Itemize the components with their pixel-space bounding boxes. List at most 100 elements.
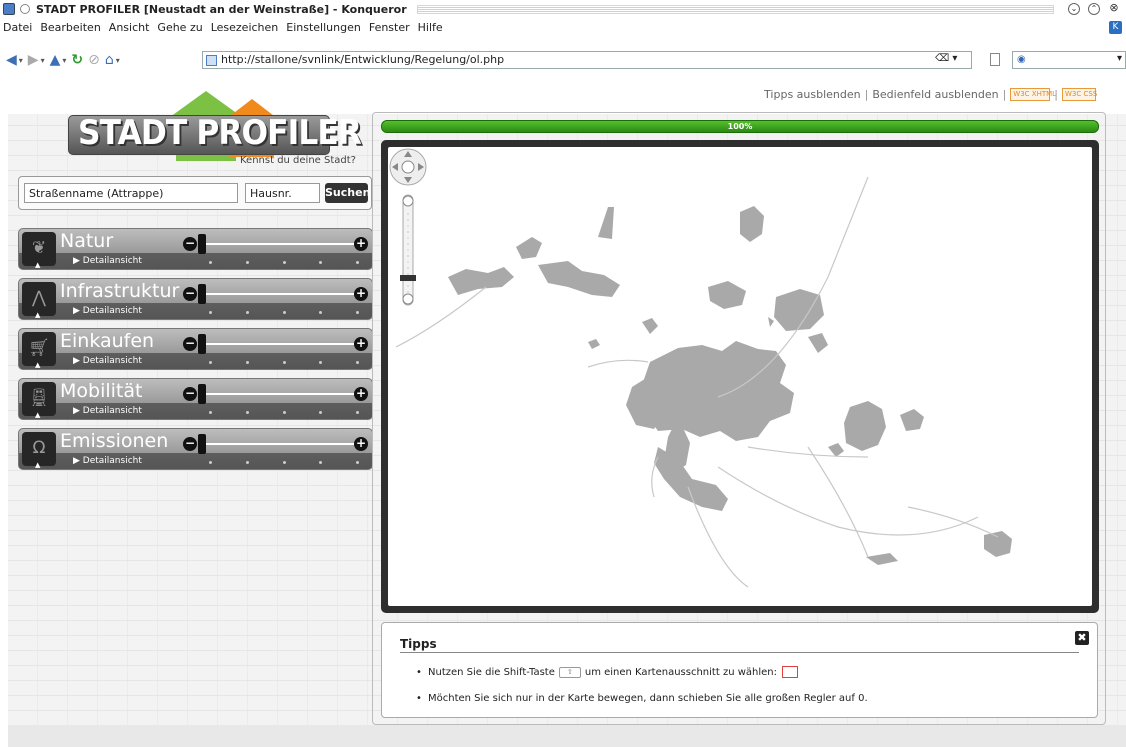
map-canvas[interactable] (388, 147, 1092, 606)
slider-ticks (209, 311, 359, 314)
shift-key-icon: ⇧ (558, 666, 581, 678)
slider-track[interactable] (206, 293, 354, 295)
menu-fenster[interactable]: Fenster (369, 21, 410, 34)
category-label: Infrastruktur (60, 280, 180, 302)
search-button[interactable]: Suchen (325, 183, 370, 203)
tip-item-shift: Nutzen Sie die Shift-Taste ⇧ um einen Ka… (416, 666, 798, 678)
menu-datei[interactable]: Datei (3, 21, 32, 34)
decrease-button[interactable]: − (183, 387, 197, 401)
map-viewport[interactable] (381, 140, 1099, 613)
menu-lesezeichen[interactable]: Lesezeichen (211, 21, 279, 34)
stadt-profiler-logo[interactable]: STADT PROFILER Kennst du deine Stadt? (66, 81, 362, 169)
decrease-button[interactable]: − (183, 437, 197, 451)
menu-bearbeiten[interactable]: Bearbeiten (40, 21, 100, 34)
menu-einstellungen[interactable]: Einstellungen (286, 21, 361, 34)
hide-panel-link[interactable]: Bedienfeld ausblenden (872, 88, 998, 101)
home-chevron-icon[interactable]: ▾ (116, 56, 120, 65)
home-icon[interactable]: ⌂ (105, 52, 114, 68)
slider-handle[interactable] (198, 334, 206, 354)
back-history-chevron-icon[interactable]: ▾ (19, 56, 23, 65)
search-engine-icon[interactable]: ◉ (1017, 54, 1026, 65)
page-content: Tipps ausblenden | Bedienfeld ausblenden… (8, 80, 1126, 725)
increase-button[interactable]: + (354, 287, 368, 301)
increase-button[interactable]: + (354, 237, 368, 251)
close-window-button[interactable]: ⊗ (1108, 2, 1120, 15)
slider-handle[interactable] (198, 384, 206, 404)
slider-track[interactable] (206, 443, 354, 445)
road-icon[interactable]: ⋀ ▲ (22, 282, 56, 319)
decrease-button[interactable]: − (183, 337, 197, 351)
stop-icon[interactable]: ⊘ (88, 52, 100, 68)
w3c-css-badge[interactable]: W3C CSS (1062, 88, 1097, 101)
hide-tips-link[interactable]: Tipps ausblenden (764, 88, 861, 101)
slider-ticks (209, 361, 359, 364)
detail-view-link[interactable]: ▶ Detailansicht (73, 356, 142, 366)
tips-box: Tipps ✖ Nutzen Sie die Shift-Taste ⇧ um … (381, 622, 1098, 718)
menu-hilfe[interactable]: Hilfe (418, 21, 443, 34)
detail-view-link[interactable]: ▶ Detailansicht (73, 306, 142, 316)
decrease-button[interactable]: − (183, 287, 197, 301)
tip-text-before: Nutzen Sie die Shift-Taste (428, 666, 555, 678)
separator: | (1054, 88, 1058, 101)
menu-gehe-zu[interactable]: Gehe zu (157, 21, 202, 34)
tip-item-sliders: Möchten Sie sich nur in der Karte bewege… (416, 693, 868, 704)
category-label: Emissionen (60, 430, 169, 452)
detail-view-link[interactable]: ▶ Detailansicht (73, 406, 142, 416)
decrease-button[interactable]: − (183, 237, 197, 251)
progress-label: 100% (727, 122, 753, 131)
shopping-cart-icon[interactable]: 🛒︎ ▲ (22, 332, 56, 369)
page-document-icon[interactable] (990, 53, 1000, 66)
up-chevron-icon[interactable]: ▾ (62, 56, 66, 65)
forward-history-chevron-icon[interactable]: ▾ (41, 56, 45, 65)
page-favicon-icon (206, 55, 217, 66)
house-number-input[interactable]: Hausnr. (245, 183, 320, 203)
headphones-icon[interactable]: Ω ▲ (22, 432, 56, 469)
sticky-window-icon[interactable] (20, 4, 30, 14)
zoom-slider-handle (400, 275, 416, 281)
clear-url-icon[interactable]: ⌫ ▾ (935, 53, 957, 64)
street-name-input[interactable]: Straßenname (Attrappe) (24, 183, 238, 203)
address-search-form: Straßenname (Attrappe) Hausnr. Suchen (18, 176, 372, 210)
w3c-xhtml-badge[interactable]: W3C XHTML (1010, 88, 1056, 101)
slider-track[interactable] (206, 343, 354, 345)
minimize-button[interactable]: ⌄ (1068, 3, 1080, 15)
konqueror-app-icon[interactable] (3, 3, 15, 15)
expand-triangle-icon: ▲ (35, 311, 41, 319)
up-arrow-icon[interactable]: ▲ (50, 52, 61, 68)
slider-handle[interactable] (198, 434, 206, 454)
train-icon[interactable]: 🚆︎ ▲ (22, 382, 56, 419)
increase-button[interactable]: + (354, 387, 368, 401)
window-titlebar[interactable]: STADT PROFILER [Neustadt an der Weinstra… (0, 0, 1126, 18)
map-pan-zoom-control[interactable] (388, 147, 428, 307)
city-map-graphic (395, 176, 1012, 588)
loading-progress-bar: 100% (381, 120, 1099, 133)
slider-track[interactable] (206, 243, 354, 245)
close-tips-icon[interactable]: ✖ (1075, 631, 1089, 645)
increase-button[interactable]: + (354, 437, 368, 451)
menubar: Datei Bearbeiten Ansicht Gehe zu Lesezei… (0, 19, 1126, 36)
url-text: http://stallone/svnlink/Entwicklung/Rege… (221, 53, 505, 66)
menu-ansicht[interactable]: Ansicht (109, 21, 150, 34)
increase-button[interactable]: + (354, 337, 368, 351)
detail-view-link[interactable]: ▶ Detailansicht (73, 256, 142, 266)
slider-handle[interactable] (198, 234, 206, 254)
reload-icon[interactable]: ↻ (71, 52, 83, 68)
url-field[interactable]: http://stallone/svnlink/Entwicklung/Rege… (202, 51, 972, 69)
expand-triangle-icon: ▲ (35, 461, 41, 469)
search-engine-chevron-icon[interactable]: ▾ (1117, 53, 1122, 64)
tip-text-after: um einen Kartenausschnitt zu wählen: (584, 666, 777, 678)
web-search-field[interactable]: ◉ ▾ (1012, 51, 1126, 69)
forward-arrow-icon[interactable]: ▶ (28, 52, 39, 68)
back-arrow-icon[interactable]: ◀ (6, 52, 17, 68)
expand-triangle-icon: ▲ (35, 361, 41, 369)
category-label: Einkaufen (60, 330, 155, 352)
slider-handle[interactable] (198, 284, 206, 304)
zoom-out-icon (402, 293, 414, 305)
maximize-button[interactable]: ⌃ (1088, 3, 1100, 15)
expand-triangle-icon: ▲ (35, 261, 41, 269)
slider-ticks (209, 411, 359, 414)
detail-view-link[interactable]: ▶ Detailansicht (73, 456, 142, 466)
leaf-icon[interactable]: ❦ ▲ (22, 232, 56, 269)
slider-track[interactable] (206, 393, 354, 395)
category-label: Mobilität (60, 380, 143, 402)
